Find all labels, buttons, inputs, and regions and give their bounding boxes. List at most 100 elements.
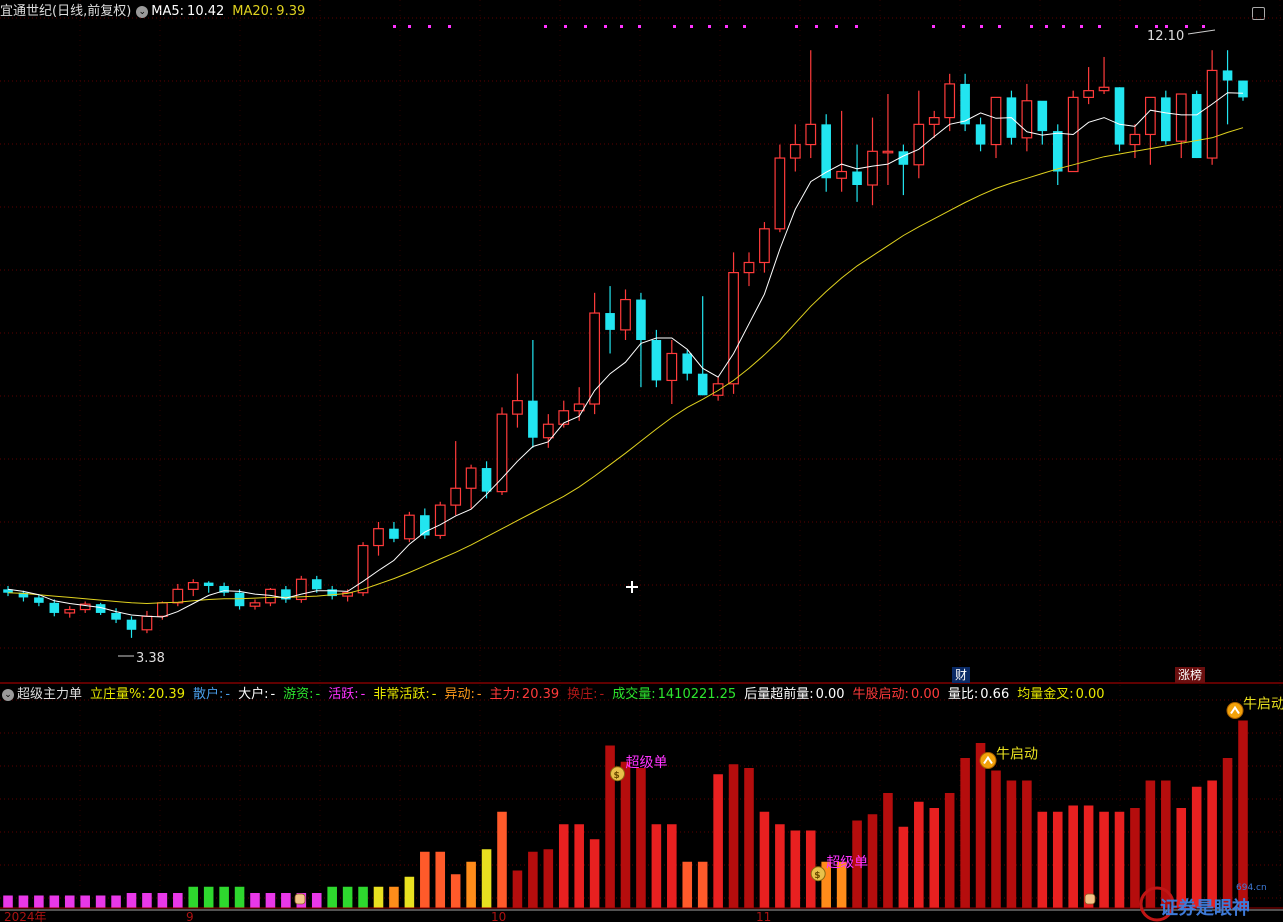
volume-bar: [126, 893, 137, 908]
volume-bars: [3, 720, 1248, 908]
indicator-label: 活跃:: [328, 687, 359, 702]
indicator-header: ⌄ 超级主力单 立庄量%: 20.39 散户: - 大户: - 游资: - 活跃: - 非常活跃: - 异动…: [0, 685, 1116, 705]
signal-label: 牛启动: [1243, 697, 1283, 713]
candle: [327, 585, 337, 600]
candle: [203, 581, 214, 593]
volume-bar: [49, 895, 60, 908]
volume-bar: [620, 761, 631, 908]
volume-bar: [867, 814, 878, 908]
top-markers: [393, 25, 1205, 28]
volume-bar: [281, 893, 291, 908]
signal-dot: [393, 25, 396, 28]
signal-dot: [690, 25, 693, 28]
signal-dot: [708, 25, 711, 28]
volume-bar: [219, 886, 229, 908]
candle-body: [1083, 90, 1095, 98]
candle: [1083, 67, 1095, 105]
high-label: 12.10: [1147, 29, 1184, 44]
candle-body: [805, 123, 817, 146]
candle: [126, 616, 137, 638]
volume-bar: [1099, 811, 1109, 908]
candle-body: [666, 352, 678, 382]
candle-body: [234, 592, 245, 607]
volume-bar: [1222, 758, 1233, 908]
high-marker: [1187, 29, 1216, 35]
indicator-label: 游资:: [283, 687, 314, 702]
candle: [960, 73, 970, 132]
volume-bar: [95, 895, 106, 908]
chart-svg: $超级单$超级单牛启动牛启动 12.10 3.38 2024年 9 10 11 …: [0, 0, 1283, 922]
candle: [1067, 90, 1079, 173]
indicator-label: 异动:: [444, 687, 475, 702]
candle: [450, 441, 462, 516]
candle: [1175, 93, 1187, 159]
ma20-line: [7, 127, 1244, 605]
candle-body: [1191, 94, 1202, 159]
volume-bar: [883, 793, 893, 908]
indicator-value: -: [360, 687, 366, 702]
volume-bar: [960, 758, 970, 908]
candle-body: [34, 597, 44, 603]
candle-body: [728, 272, 739, 385]
candle: [528, 340, 538, 448]
candle-body: [852, 171, 862, 185]
chart-window: { "header": { "stock": "宜通世纪(日线,前复权)", "…: [0, 0, 1283, 922]
candle-body: [512, 400, 523, 415]
candle-body: [465, 467, 477, 489]
volume-bar: [3, 895, 13, 908]
candle: [172, 583, 184, 607]
candle-body: [481, 468, 492, 492]
candle: [805, 50, 817, 159]
candle: [1144, 96, 1156, 165]
candle-body: [558, 410, 570, 425]
indicator-value: 0.00: [815, 687, 845, 702]
candle: [821, 114, 831, 192]
volume-bar: [728, 764, 739, 908]
indicator-values: 立庄量%: 20.39 散户: - 大户: - 游资: - 活跃: - 非常活跃: - 异动: - 主力: 2…: [90, 687, 1113, 702]
candle-body: [311, 579, 322, 590]
candle-body: [975, 124, 986, 145]
candle-body: [636, 299, 646, 340]
indicator-dropdown-icon[interactable]: ⌄: [2, 688, 14, 701]
signal-dot: [1098, 25, 1101, 28]
candle: [605, 286, 615, 354]
signal-dot: [604, 25, 607, 28]
bull-start-icon: [1226, 702, 1244, 719]
volume-bar: [80, 895, 90, 908]
candle-body: [403, 514, 415, 540]
candle-body: [357, 544, 369, 594]
watermark-text: 证券是眼神: [1160, 897, 1250, 919]
indicator-label: 均量金叉:: [1017, 687, 1074, 702]
candle-body: [882, 150, 894, 154]
candle-body: [528, 400, 538, 438]
indicator-value: -: [599, 687, 605, 702]
candle-body: [249, 602, 261, 607]
candle: [944, 73, 956, 132]
candle: [1021, 83, 1033, 152]
volume-bar: [543, 849, 554, 908]
signal-dot: [815, 25, 818, 28]
limit-up-tag[interactable]: 涨榜: [1175, 667, 1206, 683]
candle: [636, 292, 646, 388]
volume-bar: [250, 893, 260, 908]
volume-bar: [18, 895, 29, 908]
signal-dot: [1030, 25, 1033, 28]
finance-tag[interactable]: 财: [952, 667, 971, 683]
indicator-label: 立庄量%:: [90, 687, 146, 702]
volume-bar: [34, 895, 44, 908]
volume-bar: [1238, 720, 1248, 908]
volume-bar: [528, 851, 538, 908]
indicator-value: -: [315, 687, 321, 702]
candle-body: [651, 340, 662, 381]
candle: [187, 579, 199, 597]
signal-label: 超级单: [626, 755, 668, 771]
candle: [389, 521, 399, 543]
volume-bar: [589, 839, 600, 908]
candle: [1098, 56, 1110, 95]
volume-bar: [667, 824, 677, 908]
candle-body: [141, 615, 153, 631]
signal-dot: [544, 25, 547, 28]
indicator-value: 1410221.25: [657, 687, 737, 702]
indicator-value: 20.39: [521, 687, 560, 702]
indicator-label: 换庄:: [567, 687, 598, 702]
